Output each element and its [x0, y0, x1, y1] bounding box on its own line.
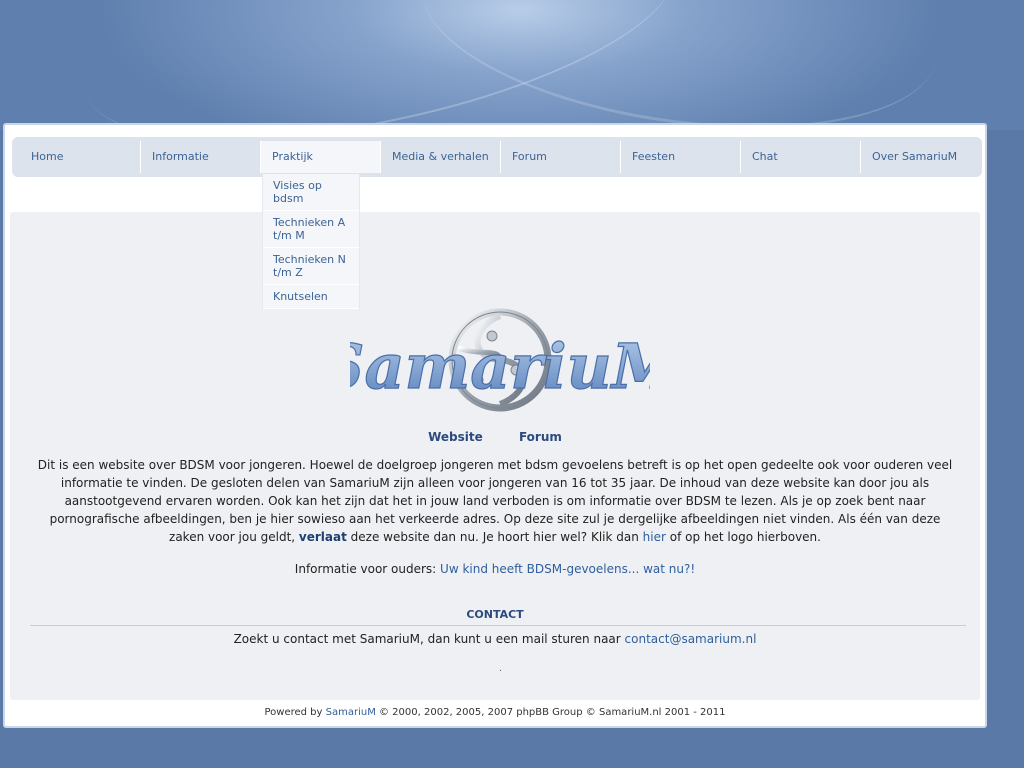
intro-text: Dit is een website over BDSM voor jonger…	[32, 456, 958, 546]
contact-divider	[30, 625, 966, 626]
dropdown-item-technieken-n-z[interactable]: Technieken N t/m Z	[263, 248, 359, 285]
intro-text-part3: of op het logo hierboven.	[665, 530, 821, 544]
website-link[interactable]: Website	[428, 430, 483, 444]
contact-email-link[interactable]: contact@samarium.nl	[625, 632, 757, 646]
nav-item-informatie[interactable]: Informatie	[140, 141, 260, 173]
samarium-logo[interactable]: SamariuM	[350, 308, 650, 420]
nav-item-praktijk[interactable]: Praktijk	[260, 141, 380, 173]
dropdown-item-visies[interactable]: Visies op bdsm	[263, 174, 359, 211]
nav-item-forum[interactable]: Forum	[500, 141, 620, 173]
leave-link[interactable]: verlaat	[299, 530, 347, 544]
logo-text: SamariuM	[350, 330, 650, 403]
parents-info: Informatie voor ouders: Uw kind heeft BD…	[10, 562, 980, 576]
nav-item-over-samarium[interactable]: Over SamariuM	[860, 141, 978, 173]
page-container: Home Informatie Praktijk Media & verhale…	[3, 123, 987, 728]
main-content: SamariuM Website Forum Dit is een websit…	[10, 212, 980, 700]
header-background	[0, 0, 1024, 183]
contact-heading: CONTACT	[466, 608, 524, 621]
footer-suffix: © 2000, 2002, 2005, 2007 phpBB Group © S…	[375, 707, 726, 718]
dropdown-item-technieken-a-m[interactable]: Technieken A t/m M	[263, 211, 359, 248]
footer-brand-link[interactable]: SamariuM	[326, 707, 376, 718]
dropdown-item-knutselen[interactable]: Knutselen	[263, 285, 359, 309]
contact-text: Zoekt u contact met SamariuM, dan kunt u…	[10, 632, 980, 646]
nav-item-chat[interactable]: Chat	[740, 141, 860, 173]
intro-text-part2: deze website dan nu. Je hoort hier wel? …	[346, 530, 643, 544]
nav-item-feesten[interactable]: Feesten	[620, 141, 740, 173]
contact-label: Zoekt u contact met SamariuM, dan kunt u…	[233, 632, 625, 646]
forum-link[interactable]: Forum	[519, 430, 562, 444]
main-navbar: Home Informatie Praktijk Media & verhale…	[12, 137, 982, 177]
trailing-dot: .	[499, 664, 502, 674]
parents-link[interactable]: Uw kind heeft BDSM-gevoelens... wat nu?!	[440, 562, 695, 576]
nav-item-home[interactable]: Home	[20, 141, 140, 173]
praktijk-dropdown-menu: Visies op bdsm Technieken A t/m M Techni…	[262, 174, 360, 309]
nav-item-media-verhalen[interactable]: Media & verhalen	[380, 141, 500, 173]
here-link[interactable]: hier	[643, 530, 666, 544]
parents-label: Informatie voor ouders:	[294, 562, 441, 576]
main-links: Website Forum	[10, 430, 980, 444]
page-footer: Powered by SamariuM © 2000, 2002, 2005, …	[5, 707, 985, 718]
footer-prefix: Powered by	[264, 707, 326, 718]
